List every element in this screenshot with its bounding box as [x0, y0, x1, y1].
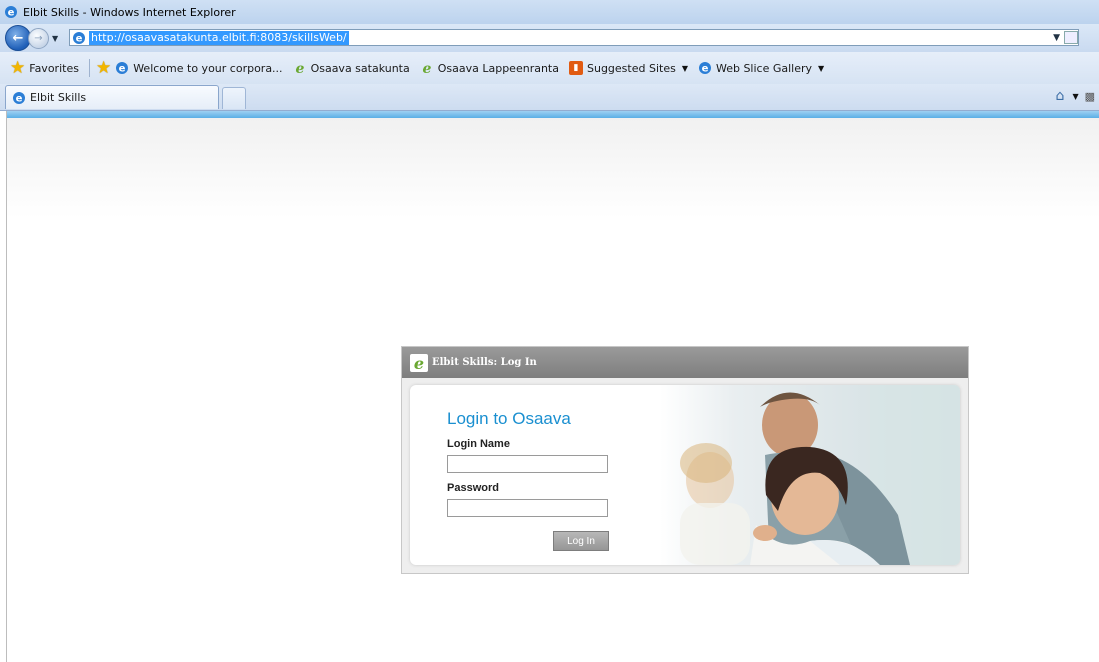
login-panel-title: Elbit Skills: Log In: [432, 357, 537, 368]
password-input[interactable]: [447, 499, 608, 517]
forward-button[interactable]: →: [28, 27, 49, 49]
login-panel: e Elbit Skills: Log In Login to Osaava L…: [401, 346, 969, 574]
svg-text:e: e: [119, 64, 126, 75]
favorites-button[interactable]: ★ Favorites: [10, 58, 79, 78]
home-dropdown-icon[interactable]: ▼: [1072, 92, 1078, 101]
favorites-label: Favorites: [29, 61, 79, 75]
elbit-logo-icon: e: [410, 353, 428, 372]
navigation-bar: ← → ▼ e http://osaavasatakunta.elbit.fi:…: [0, 24, 1099, 66]
login-name-label: Login Name: [447, 438, 510, 450]
url-text[interactable]: http://osaavasatakunta.elbit.fi:8083/ski…: [89, 30, 349, 45]
chevron-down-icon: ▼: [681, 63, 688, 73]
favorite-label: Web Slice Gallery: [715, 61, 813, 75]
compatibility-view-icon[interactable]: [1064, 31, 1078, 44]
login-heading: Login to Osaava: [447, 409, 571, 428]
favorite-link-welcome[interactable]: e Welcome to your corpora...: [115, 61, 283, 75]
tab-bar: e Elbit Skills ⌂ ▼ ▩: [0, 84, 1099, 111]
login-name-input[interactable]: [447, 455, 608, 473]
add-to-favorites-icon[interactable]: ★: [96, 60, 111, 77]
favorites-separator: [88, 59, 90, 77]
address-bar[interactable]: e http://osaavasatakunta.elbit.fi:8083/s…: [69, 29, 1079, 46]
home-icon[interactable]: ⌂: [1056, 88, 1065, 104]
ie-icon: e: [698, 62, 711, 75]
page-viewport: e Elbit Skills: Log In Login to Osaava L…: [0, 111, 1099, 662]
svg-text:e: e: [16, 93, 23, 104]
forward-arrow-icon: →: [34, 32, 43, 44]
address-dropdown-icon[interactable]: ▼: [1053, 33, 1060, 43]
osaava-icon: e: [422, 61, 431, 75]
svg-text:e: e: [8, 8, 15, 19]
page-top-strip: [7, 111, 1099, 118]
recent-pages-dropdown[interactable]: ▼: [52, 34, 64, 43]
back-arrow-icon: ←: [12, 30, 24, 46]
ie-icon: e: [5, 6, 17, 19]
office-people-photo: [660, 385, 960, 565]
suggested-sites-icon: ▮: [568, 61, 583, 75]
window-title-bar: e Elbit Skills - Windows Internet Explor…: [0, 0, 1099, 24]
favorite-label: Suggested Sites: [586, 61, 676, 75]
login-panel-header: e Elbit Skills: Log In: [402, 347, 968, 378]
new-tab-button[interactable]: [222, 87, 246, 109]
password-label: Password: [447, 482, 499, 494]
osaava-icon: e: [295, 61, 304, 75]
favorite-label: Welcome to your corpora...: [133, 61, 283, 75]
ie-icon: e: [13, 91, 25, 104]
favorites-star-icon: ★: [10, 58, 26, 78]
ie-icon: e: [116, 62, 129, 75]
svg-text:e: e: [702, 64, 709, 75]
ie-page-icon: e: [73, 31, 85, 44]
page-header-fade: [7, 118, 1099, 218]
chevron-down-icon: ▼: [818, 63, 825, 73]
svg-text:e: e: [76, 33, 83, 44]
svg-text:e: e: [295, 61, 304, 75]
favorites-bar: ★ Favorites ★ e Welcome to your corpora.…: [0, 52, 1099, 84]
favorite-link-suggested-sites[interactable]: ▮ Suggested Sites ▼: [568, 61, 688, 75]
svg-text:e: e: [422, 61, 431, 75]
tab-elbit-skills[interactable]: e Elbit Skills: [5, 85, 219, 109]
favorite-link-osaava-lappeenranta[interactable]: e Osaava Lappeenranta: [420, 61, 559, 75]
svg-text:e: e: [414, 355, 424, 371]
favorite-label: Osaava Lappeenranta: [437, 61, 559, 75]
feeds-icon[interactable]: ▩: [1085, 90, 1095, 103]
tab-label: Elbit Skills: [30, 91, 87, 104]
favorite-label: Osaava satakunta: [310, 61, 410, 75]
favorite-link-osaava-satakunta[interactable]: e Osaava satakunta: [293, 61, 410, 75]
favorite-link-web-slice-gallery[interactable]: e Web Slice Gallery ▼: [698, 61, 824, 75]
login-panel-body: Login to Osaava Login Name Password Log …: [410, 385, 960, 565]
window-title: Elbit Skills - Windows Internet Explorer: [23, 5, 236, 19]
log-in-button[interactable]: Log In: [553, 531, 609, 551]
